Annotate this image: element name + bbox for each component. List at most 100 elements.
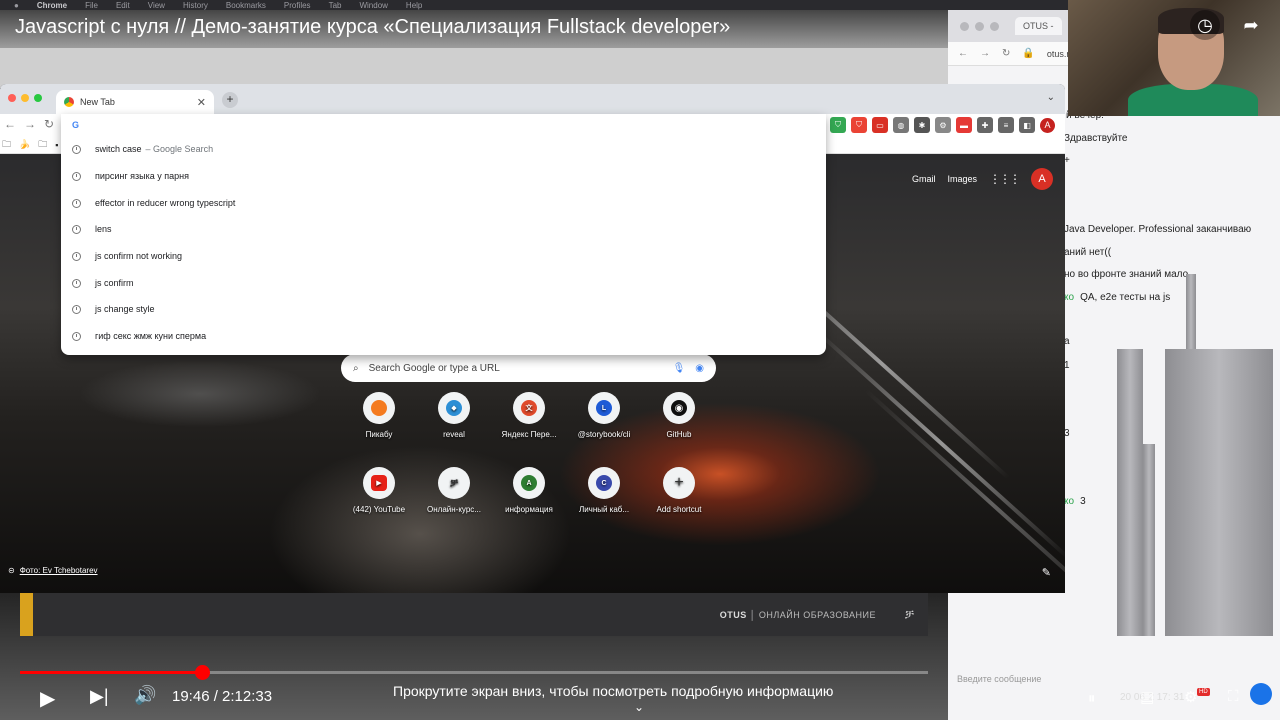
suggestion-item[interactable]: js change style	[61, 296, 826, 322]
suggestion-item[interactable]: js confirm	[61, 270, 826, 296]
menu-item-tab[interactable]: Tab	[329, 1, 342, 10]
video-title[interactable]: Javascript с нуля // Демо-занятие курса …	[15, 16, 730, 39]
suggestion-item[interactable]: lens	[61, 216, 826, 242]
bookmark-icon[interactable]: ▪	[55, 140, 58, 150]
photo-credit-link[interactable]: Фото: Ev Tchebotarev	[20, 566, 98, 575]
otus-logo-icon: ቻ	[904, 607, 914, 621]
back-arrow-icon[interactable]: ←	[4, 117, 16, 131]
menu-item-edit[interactable]: Edit	[116, 1, 130, 10]
chevron-down-icon[interactable]: ⌄	[634, 700, 644, 714]
window-close-button[interactable]	[8, 94, 16, 102]
apps-grid-icon[interactable]: ⋮⋮⋮	[989, 172, 1021, 186]
chat-input[interactable]: Введите сообщение	[957, 674, 1041, 684]
suggestion-item[interactable]: effector in reducer wrong typescript	[61, 190, 826, 216]
menu-item-profiles[interactable]: Profiles	[284, 1, 311, 10]
shortcut-label: Add shortcut	[656, 505, 702, 514]
globe-extension-icon[interactable]: ◍	[893, 117, 909, 133]
video-extension-icon[interactable]: ▬	[956, 117, 972, 133]
share-icon[interactable]: ➦	[1236, 10, 1266, 40]
video-scrubber-handle[interactable]	[194, 665, 210, 680]
scroll-hint[interactable]: Прокрутите экран вниз, чтобы посмотреть …	[393, 683, 833, 699]
gear-extension-icon[interactable]: ⚙	[935, 117, 951, 133]
shortcut-informatsiya[interactable]: A информация	[491, 467, 567, 514]
reading-list-icon[interactable]: ≡	[998, 117, 1014, 133]
folder-icon[interactable]: 🗀	[2, 137, 11, 153]
bug-extension-icon[interactable]: ✱	[914, 117, 930, 133]
chat-nickname[interactable]: ко	[1064, 496, 1074, 507]
chrome-menu-icon[interactable]: ⋮	[1060, 117, 1065, 133]
next-video-icon[interactable]: ▶|	[90, 686, 109, 707]
suggestion-item[interactable]: пирсинг языка у парня	[61, 163, 826, 189]
gmail-link[interactable]: Gmail	[912, 174, 936, 184]
chat-message: аний нет((	[1064, 247, 1111, 258]
reveal-icon: ◆	[438, 392, 470, 424]
shield-red-extension-icon[interactable]: ⛉	[851, 117, 867, 133]
chat-nickname[interactable]: ко	[1064, 292, 1074, 303]
new-tab-button[interactable]: +	[222, 92, 238, 108]
side-panel-icon[interactable]: ◧	[1019, 117, 1035, 133]
watch-later-icon[interactable]: ◷	[1190, 10, 1220, 40]
window-minimize-dot[interactable]	[975, 21, 984, 31]
suggestion-item[interactable]: гиф секс жмж куни сперма	[61, 323, 826, 349]
shortcut-youtube[interactable]: ▶ (442) YouTube	[341, 467, 417, 514]
menu-item-history[interactable]: History	[183, 1, 208, 10]
menu-item-chrome[interactable]: Chrome	[37, 1, 67, 10]
window-zoom-dot[interactable]	[990, 21, 999, 31]
right-browser-tab[interactable]: OTUS -	[1015, 17, 1062, 35]
window-close-dot[interactable]	[960, 21, 969, 31]
subtitles-icon[interactable]: ▤	[1140, 688, 1154, 706]
ntp-search-box[interactable]: ⌕ Search Google or type a URL 🎙 ◉	[341, 354, 716, 382]
menu-item-bookmarks[interactable]: Bookmarks	[226, 1, 266, 10]
shortcut-label: Личный каб...	[578, 505, 630, 514]
shortcut-storybook[interactable]: L @storybook/cli	[566, 392, 642, 439]
search-placeholder[interactable]: Search Google or type a URL	[369, 363, 663, 374]
shield-extension-icon[interactable]: ⛉	[830, 117, 846, 133]
shortcut-otus-courses[interactable]: ቻ Онлайн-курс...	[416, 467, 492, 514]
tab-search-chevron-icon[interactable]: ⌄	[1047, 92, 1055, 103]
menu-item-help[interactable]: Help	[406, 1, 422, 10]
puzzle-extensions-icon[interactable]: ✚	[977, 117, 993, 133]
shortcut-github[interactable]: ◉ GitHub	[641, 392, 717, 439]
chat-toggle-button[interactable]	[1250, 683, 1272, 705]
window-minimize-button[interactable]	[21, 94, 29, 102]
images-link[interactable]: Images	[947, 174, 977, 184]
reload-icon[interactable]: ↻	[44, 117, 54, 131]
apple-icon[interactable]: ●	[14, 1, 19, 10]
google-g-icon: G	[72, 120, 80, 130]
account-avatar[interactable]: A	[1031, 168, 1053, 190]
video-progress-bar[interactable]	[20, 665, 928, 680]
chrome-favicon-icon	[64, 97, 74, 107]
shortcut-pikabu[interactable]: Пикабу	[341, 392, 417, 439]
customize-pencil-icon[interactable]: ✎	[1042, 566, 1051, 579]
shortcut-reveal[interactable]: ◆ reveal	[416, 392, 492, 439]
back-arrow-icon[interactable]: ←	[958, 48, 968, 59]
folder-icon[interactable]: 🗀	[38, 137, 47, 153]
menu-item-view[interactable]: View	[148, 1, 165, 10]
window-zoom-button[interactable]	[34, 94, 42, 102]
play-icon[interactable]: ▶	[40, 686, 55, 711]
microphone-icon[interactable]: 🎙	[673, 363, 686, 374]
bookmark-icon[interactable]: 🍌	[19, 139, 30, 150]
menu-item-window[interactable]: Window	[359, 1, 387, 10]
shortcut-yandex-translate[interactable]: 文 Яндекс Пере...	[491, 392, 567, 439]
forward-arrow-icon[interactable]: →	[980, 48, 990, 59]
suggestion-item[interactable]: switch case – Google Search	[61, 136, 826, 162]
add-shortcut-button[interactable]: + Add shortcut	[641, 467, 717, 514]
tab-close-icon[interactable]: ✕	[197, 96, 206, 109]
volume-icon[interactable]: 🔊	[134, 685, 156, 706]
right-browser-url[interactable]: otus.r	[1047, 49, 1070, 59]
exit-fullscreen-icon[interactable]: ⛶	[1228, 688, 1239, 705]
reload-icon[interactable]: ↻	[1002, 48, 1010, 59]
pause-icon[interactable]: ⏸	[1088, 690, 1096, 707]
profile-avatar[interactable]: A	[1040, 117, 1055, 133]
suggestion-item[interactable]: js confirm not working	[61, 243, 826, 269]
shortcut-personal-account[interactable]: C Личный каб...	[566, 467, 642, 514]
red-extension-icon[interactable]: ▭	[872, 117, 888, 133]
google-lens-icon[interactable]: ◉	[695, 363, 704, 374]
history-clock-icon	[72, 304, 81, 314]
menu-item-file[interactable]: File	[85, 1, 98, 10]
yandex-translate-icon: 文	[513, 392, 545, 424]
tab-new-tab[interactable]: New Tab ✕	[56, 90, 214, 114]
settings-gear-icon[interactable]: ⚙	[1184, 688, 1197, 706]
forward-arrow-icon[interactable]: →	[24, 117, 36, 131]
